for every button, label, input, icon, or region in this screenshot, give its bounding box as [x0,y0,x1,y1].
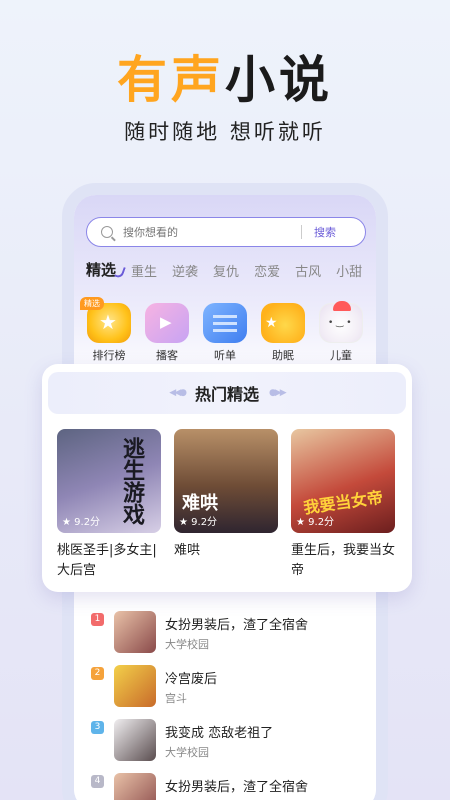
book-thumbnail[interactable] [114,665,156,707]
book-rating: ★ 9.2分 [296,517,335,528]
list-item[interactable]: 2 冷宫废后 宫斗 [90,662,360,716]
featured-title: 热门精选 [194,385,259,404]
featured-badge: 精选 [80,297,104,310]
book-thumbnail[interactable] [114,773,156,800]
tab-sweet[interactable]: 小甜 [336,261,362,280]
list-item-tag: 大学校园 [165,638,209,651]
genre-tabs: 精选 重生 逆袭 复仇 恋爱 古风 小甜 [86,259,376,280]
book-title[interactable]: 桃医圣手|多女主|大后宫 [57,541,161,581]
category-label: 排行榜 [92,349,126,362]
left-decor-icon: ◀◀● [169,388,187,398]
tab-revenge[interactable]: 复仇 [213,261,239,280]
book-rating: ★ 9.2分 [62,517,101,528]
featured-books: 逃生游戏 ★ 9.2分 桃医圣手|多女主|大后宫 难哄 ★ 9.2分 难哄 我要… [57,429,408,581]
book-card[interactable]: 逃生游戏 ★ 9.2分 桃医圣手|多女主|大后宫 [57,429,161,581]
search-button[interactable]: 搜索 [314,224,336,240]
rank-badge: 2 [91,667,104,680]
rating-value: 9.2分 [191,517,218,528]
book-title[interactable]: 重生后，我要当女帝 [291,541,395,581]
cover-title: 难哄 [182,493,218,514]
list-item[interactable]: 3 我变成 恋敌老祖了 大学校园 [90,716,360,770]
category-sleep[interactable]: 助眠 [254,303,312,363]
book-cover[interactable]: 逃生游戏 ★ 9.2分 [57,429,161,533]
rating-value: 9.2分 [74,517,101,528]
podcast-icon [145,303,189,343]
list-item-title: 女扮男装后，渣了全宿舍 [165,618,309,633]
book-cover[interactable]: 我要当女帝 ★ 9.2分 [291,429,395,533]
hero-title-dark: 小说 [225,51,333,109]
list-item-tag: 宫斗 [165,692,187,705]
list-item-title: 我变成 恋敌老祖了 [165,726,274,741]
search-icon [101,226,113,238]
hero-subtitle: 随时随地 想听就听 [124,120,326,144]
cover-title: 逃生游戏 [119,437,145,525]
tab-rebirth[interactable]: 重生 [131,261,157,280]
list-item-title: 冷宫废后 [165,672,218,687]
book-rating: ★ 9.2分 [179,517,218,528]
ranking-list: 1 女扮男装后，渣了全宿舍 大学校园 2 冷宫废后 宫斗 3 我变成 恋敌老祖了… [90,608,360,800]
book-thumbnail[interactable] [114,611,156,653]
search-input[interactable] [123,225,293,239]
book-cover[interactable]: 难哄 ★ 9.2分 [174,429,278,533]
category-label: 播客 [156,349,178,362]
category-podcast[interactable]: 播客 [138,303,196,363]
category-row: 精选 排行榜 播客 听单 助眠 儿童 [80,297,376,363]
list-item[interactable]: 4 女扮男装后，渣了全宿舍 [90,770,360,800]
category-ranking[interactable]: 精选 排行榜 [80,297,138,363]
category-kids[interactable]: 儿童 [312,301,370,363]
tab-comeback[interactable]: 逆袭 [172,261,198,280]
book-card[interactable]: 我要当女帝 ★ 9.2分 重生后，我要当女帝 [291,429,395,581]
moon-icon [261,303,305,343]
list-item-tag: 大学校园 [165,746,209,759]
book-thumbnail[interactable] [114,719,156,761]
featured-header: ◀◀● 热门精选 ●▶▶ [48,372,406,414]
hero-title-highlight: 有声 [117,51,225,109]
rank-badge: 1 [91,613,104,626]
search-divider [301,225,302,239]
category-label: 助眠 [272,349,294,362]
category-label: 听单 [214,349,236,362]
search-bar[interactable]: 搜索 [86,217,366,247]
tab-romance[interactable]: 恋爱 [254,261,280,280]
category-label: 儿童 [330,349,352,362]
list-item[interactable]: 1 女扮男装后，渣了全宿舍 大学校园 [90,608,360,662]
hero-title: 有声小说 [0,50,450,110]
playlist-icon [203,303,247,343]
list-item-title: 女扮男装后，渣了全宿舍 [165,780,309,795]
book-card[interactable]: 难哄 ★ 9.2分 难哄 [174,429,278,581]
book-title[interactable]: 难哄 [174,541,278,561]
right-decor-icon: ●▶▶ [269,388,287,398]
tab-featured[interactable]: 精选 [86,259,116,280]
rank-badge: 3 [91,721,104,734]
tab-ancient[interactable]: 古风 [295,261,321,280]
featured-card: ◀◀● 热门精选 ●▶▶ 逃生游戏 ★ 9.2分 桃医圣手|多女主|大后宫 难哄… [42,364,412,592]
category-playlist[interactable]: 听单 [196,303,254,363]
rank-badge: 4 [91,775,104,788]
kids-icon [319,301,363,343]
rating-value: 9.2分 [308,517,335,528]
